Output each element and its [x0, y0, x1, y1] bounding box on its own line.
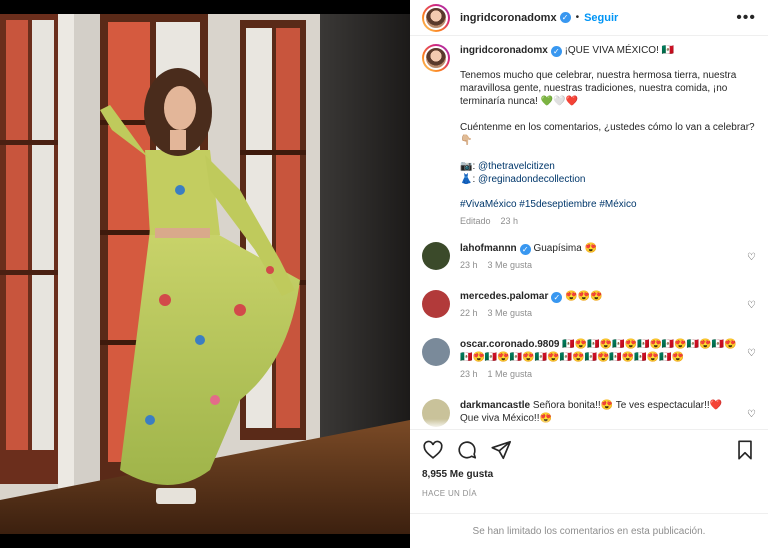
comment-like-heart-icon[interactable]: ♡ — [747, 300, 756, 311]
comment-likes[interactable]: 3 Me gusta — [488, 260, 533, 270]
commenter-username[interactable]: mercedes.palomar — [460, 291, 548, 302]
comment-text: 😍😍😍 — [565, 291, 603, 303]
comment-like-heart-icon[interactable]: ♡ — [747, 252, 756, 263]
verified-badge-icon: ✓ — [519, 244, 531, 256]
commenter-avatar[interactable] — [422, 290, 450, 319]
post-caption: ingridcoronadomx ✓ ¡QUE VIVA MÉXICO! 🇲🇽 T… — [422, 44, 756, 228]
author-avatar[interactable] — [422, 3, 450, 32]
commenter-avatar[interactable] — [422, 338, 450, 367]
bookmark-icon[interactable] — [734, 439, 756, 461]
comment-time: 22 h — [460, 308, 478, 319]
comment-time: 23 h — [460, 260, 478, 271]
comment-icon[interactable] — [456, 439, 478, 461]
commenter-avatar[interactable] — [422, 242, 450, 271]
caption-paragraph-1: Tenemos mucho que celebrar, nuestra herm… — [460, 70, 737, 108]
instagram-post-modal: ingridcoronadomx ✓ • Seguir ••• ingridco… — [0, 0, 768, 548]
comments-limited-notice: Se han limitado los comentarios en esta … — [410, 513, 768, 548]
photographer-mention[interactable]: @thetravelcitizen — [478, 161, 555, 172]
verified-badge-icon: ✓ — [551, 292, 563, 304]
post-photo — [0, 0, 410, 548]
post-header: ingridcoronadomx ✓ • Seguir ••• — [410, 0, 768, 37]
comment-likes[interactable]: 1 Me gusta — [488, 369, 533, 379]
verified-badge-icon: ✓ — [550, 46, 562, 58]
comment-item: oscar.coronado.9809 🇲🇽😍🇲🇽😍🇲🇽😍🇲🇽😍🇲🇽😍🇲🇽😍🇲🇽… — [422, 338, 756, 381]
designer-mention[interactable]: @reginadondecollection — [478, 174, 585, 185]
separator-dot: • — [575, 12, 580, 24]
caption-title: ¡QUE VIVA MÉXICO! 🇲🇽 — [564, 45, 675, 57]
caption-paragraph-2: Cuéntenme en los comentarios, ¿ustedes c… — [460, 122, 755, 147]
caption-hashtags[interactable]: #VivaMéxico #15deseptiembre #México — [460, 198, 756, 211]
follow-button[interactable]: Seguir — [584, 12, 618, 24]
post-date[interactable]: Hace un día — [410, 485, 768, 514]
comment-likes[interactable]: 3 Me gusta — [488, 308, 533, 318]
scroll-fade — [410, 418, 768, 429]
commenter-username[interactable]: lahofmannn — [460, 243, 517, 254]
caption-author-username[interactable]: ingridcoronadomx — [460, 45, 548, 56]
comment-like-heart-icon[interactable]: ♡ — [747, 348, 756, 359]
send-icon[interactable] — [490, 439, 512, 461]
comment-time: 23 h — [460, 369, 478, 380]
commenter-username[interactable]: oscar.coronado.9809 — [460, 339, 560, 350]
action-bar — [410, 428, 768, 469]
heart-icon[interactable] — [422, 439, 444, 461]
camera-emoji: 📷 — [460, 161, 473, 173]
caption-author-avatar[interactable] — [422, 44, 450, 73]
comment-item: lahofmannn ✓ Guapísima 😍 23 h 3 Me gusta ♡ — [422, 242, 756, 272]
comment-item: mercedes.palomar ✓ 😍😍😍 22 h 3 Me gusta ♡ — [422, 290, 756, 320]
more-options-icon[interactable]: ••• — [736, 9, 756, 25]
post-sidebar: ingridcoronadomx ✓ • Seguir ••• ingridco… — [410, 0, 768, 548]
caption-time: 23 h — [500, 216, 519, 227]
author-username[interactable]: ingridcoronadomx — [460, 12, 557, 24]
edited-label: Editado — [460, 216, 491, 227]
comment-text: Guapísima 😍 — [533, 243, 598, 255]
photo-illustration — [0, 14, 410, 534]
verified-badge-icon: ✓ — [559, 12, 571, 24]
commenter-username[interactable]: darkmancastle — [460, 400, 530, 411]
dress-emoji: 👗 — [460, 174, 473, 186]
likes-count[interactable]: 8,955 Me gusta — [410, 469, 768, 484]
comments-list[interactable]: ingridcoronadomx ✓ ¡QUE VIVA MÉXICO! 🇲🇽 T… — [410, 36, 768, 429]
